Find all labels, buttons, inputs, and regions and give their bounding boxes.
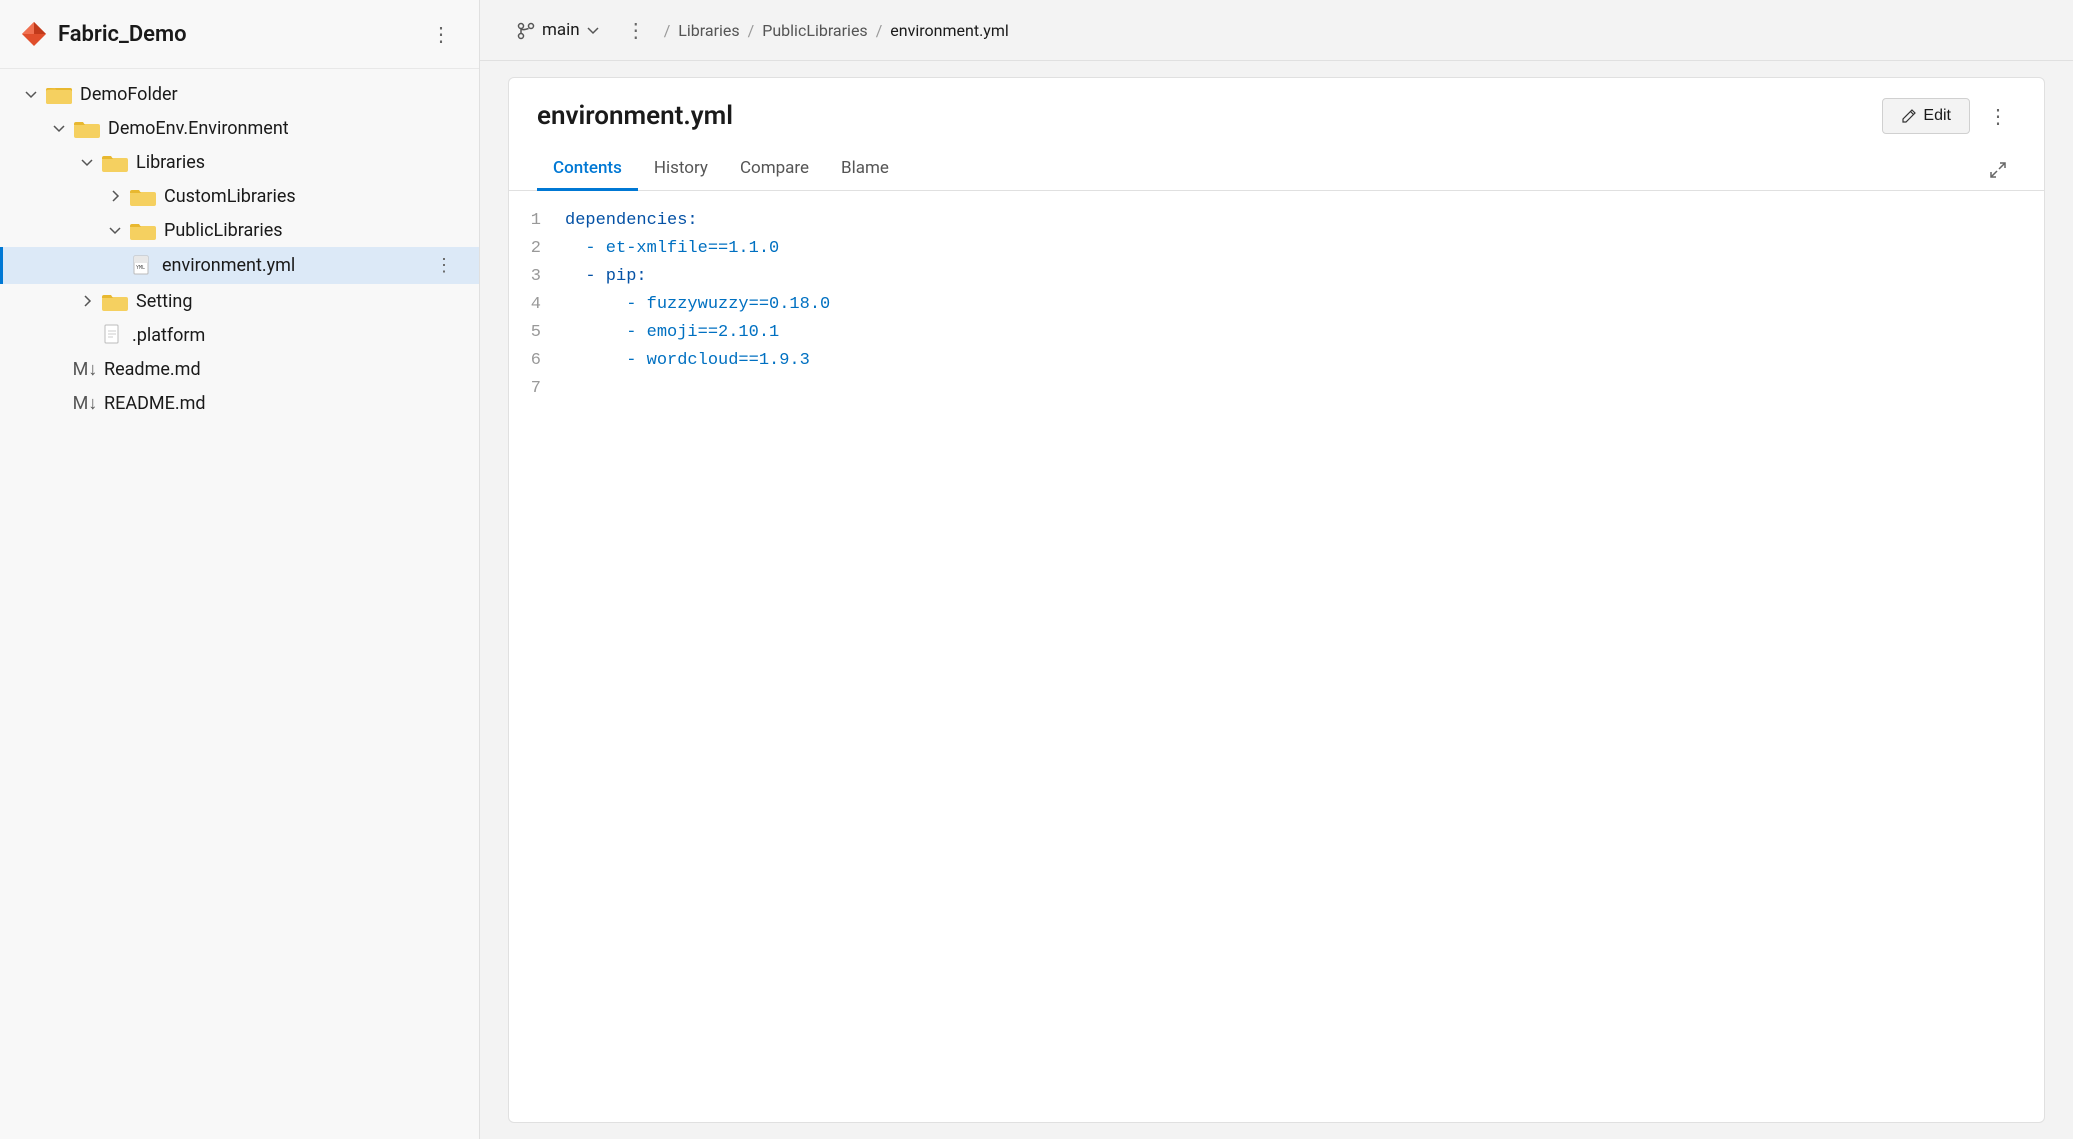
chevron-right-icon <box>104 185 126 207</box>
tree-item-readme-md[interactable]: M↓ Readme.md <box>0 352 479 386</box>
file-viewer: environment.yml Edit ⋮ Contents History … <box>508 77 2045 1123</box>
line-content: - wordcloud==1.9.3 <box>557 347 2044 375</box>
tree-item-publiclibraries[interactable]: PublicLibraries <box>0 213 479 247</box>
chevron-down-icon <box>48 117 70 139</box>
tab-history[interactable]: History <box>638 148 724 191</box>
tab-contents[interactable]: Contents <box>537 148 638 191</box>
tree-item-label: PublicLibraries <box>164 220 459 241</box>
tab-blame[interactable]: Blame <box>825 148 905 191</box>
chevron-right-icon <box>76 290 98 312</box>
tree-item-label: Setting <box>136 291 459 312</box>
tree-item-setting[interactable]: Setting <box>0 284 479 318</box>
tree-item-demofolder[interactable]: DemoFolder <box>0 77 479 111</box>
tree-item-libraries[interactable]: Libraries <box>0 145 479 179</box>
file-header: environment.yml Edit ⋮ <box>509 78 2044 134</box>
app-title: Fabric_Demo <box>20 20 187 48</box>
sidebar-more-button[interactable]: ⋮ <box>423 18 459 50</box>
file-more-button[interactable]: ⋮ <box>1980 100 2016 132</box>
code-line-4: 4 - fuzzywuzzy==0.18.0 <box>509 291 2044 319</box>
line-number: 6 <box>509 347 557 375</box>
topbar: main ⋮ / Libraries / PublicLibraries / e… <box>480 0 2073 61</box>
line-content: dependencies: <box>557 207 2044 235</box>
code-area[interactable]: 1 dependencies: 2 - et-xmlfile==1.1.0 3 … <box>509 191 2044 1122</box>
line-number: 4 <box>509 291 557 319</box>
sidebar: Fabric_Demo ⋮ DemoFolder D <box>0 0 480 1139</box>
tree-item-readme-md-upper[interactable]: M↓ README.md <box>0 386 479 420</box>
yml-file-icon: YML <box>132 255 154 277</box>
line-content: - fuzzywuzzy==0.18.0 <box>557 291 2044 319</box>
edit-button[interactable]: Edit <box>1882 98 1970 134</box>
edit-icon <box>1901 108 1917 124</box>
fabric-logo-icon <box>20 20 48 48</box>
tree-item-more-button[interactable]: ⋮ <box>429 253 459 278</box>
sidebar-header: Fabric_Demo ⋮ <box>0 0 479 69</box>
folder-icon <box>74 117 100 139</box>
tree-item-label: DemoFolder <box>80 84 459 105</box>
breadcrumb: / Libraries / PublicLibraries / environm… <box>664 21 1009 40</box>
folder-icon <box>130 185 156 207</box>
line-content <box>557 375 2044 403</box>
tree-item-label: environment.yml <box>162 255 429 276</box>
tree-item-label: CustomLibraries <box>164 186 459 207</box>
file-title: environment.yml <box>537 101 733 131</box>
tab-compare[interactable]: Compare <box>724 148 825 191</box>
folder-icon <box>102 151 128 173</box>
code-line-5: 5 - emoji==2.10.1 <box>509 319 2044 347</box>
code-line-2: 2 - et-xmlfile==1.1.0 <box>509 235 2044 263</box>
tree-item-environment-yml[interactable]: YML environment.yml ⋮ <box>0 247 479 284</box>
tree-item-customlibraries[interactable]: CustomLibraries <box>0 179 479 213</box>
code-line-7: 7 <box>509 375 2044 403</box>
chevron-down-icon <box>586 23 600 37</box>
topbar-more-button[interactable]: ⋮ <box>618 14 654 46</box>
folder-icon <box>102 290 128 312</box>
folder-icon <box>46 83 72 105</box>
file-icon <box>102 324 124 346</box>
branch-selector[interactable]: main <box>508 15 608 44</box>
code-line-3: 3 - pip: <box>509 263 2044 291</box>
file-tree: DemoFolder DemoEnv.Environment Libraries <box>0 69 479 1139</box>
breadcrumb-publiclibraries[interactable]: PublicLibraries <box>762 21 867 40</box>
line-content: - emoji==2.10.1 <box>557 319 2044 347</box>
line-number: 2 <box>509 235 557 263</box>
app-title-text: Fabric_Demo <box>58 22 187 47</box>
branch-icon <box>516 19 536 40</box>
line-content: - et-xmlfile==1.1.0 <box>557 235 2044 263</box>
tree-item-label: DemoEnv.Environment <box>108 118 459 139</box>
tree-item-label: Libraries <box>136 152 459 173</box>
line-content: - pip: <box>557 263 2044 291</box>
file-actions: Edit ⋮ <box>1882 98 2016 134</box>
code-line-1: 1 dependencies: <box>509 207 2044 235</box>
breadcrumb-libraries[interactable]: Libraries <box>678 21 739 40</box>
expand-icon[interactable] <box>1980 148 2016 190</box>
svg-text:YML: YML <box>136 265 145 271</box>
file-tabs: Contents History Compare Blame <box>509 134 2044 191</box>
line-number: 5 <box>509 319 557 347</box>
breadcrumb-sep: / <box>876 21 883 40</box>
code-line-6: 6 - wordcloud==1.9.3 <box>509 347 2044 375</box>
line-number: 7 <box>509 375 557 403</box>
chevron-down-icon <box>104 219 126 241</box>
tree-item-demoenv[interactable]: DemoEnv.Environment <box>0 111 479 145</box>
chevron-down-icon <box>20 83 42 105</box>
line-number: 3 <box>509 263 557 291</box>
tree-item-label: Readme.md <box>104 359 459 380</box>
branch-name: main <box>542 20 580 40</box>
main-content: main ⋮ / Libraries / PublicLibraries / e… <box>480 0 2073 1139</box>
line-number: 1 <box>509 207 557 235</box>
breadcrumb-sep: / <box>664 21 671 40</box>
chevron-down-icon <box>76 151 98 173</box>
breadcrumb-current: environment.yml <box>890 21 1008 40</box>
md-file-icon: M↓ <box>74 392 96 414</box>
md-file-icon: M↓ <box>74 358 96 380</box>
folder-icon <box>130 219 156 241</box>
tree-item-label: README.md <box>104 393 459 414</box>
edit-label: Edit <box>1923 107 1951 125</box>
tree-item-label: .platform <box>132 325 459 346</box>
tree-item-platform[interactable]: .platform <box>0 318 479 352</box>
breadcrumb-sep: / <box>748 21 755 40</box>
